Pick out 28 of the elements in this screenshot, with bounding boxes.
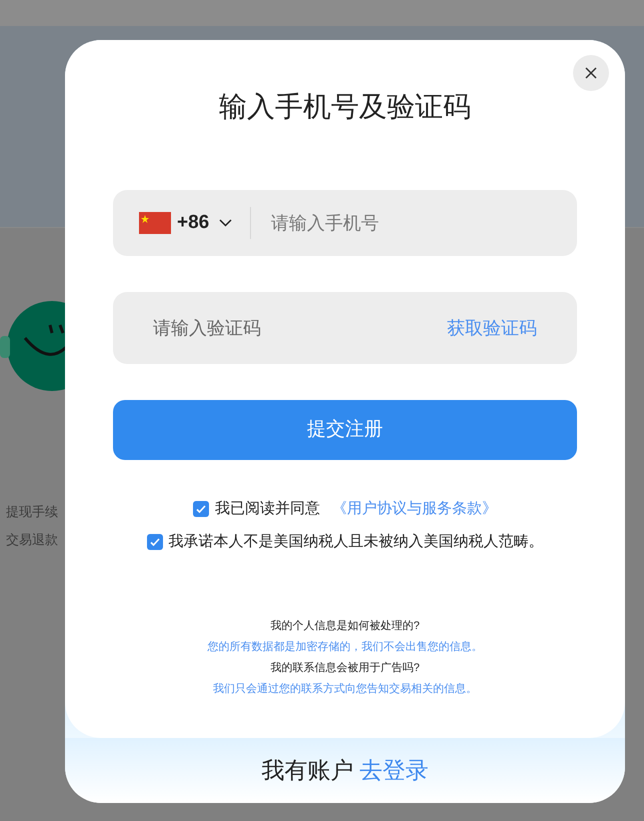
close-button[interactable]	[573, 55, 609, 91]
flag-icon	[139, 212, 171, 234]
code-input[interactable]: 请输入验证码	[153, 314, 447, 342]
faq-question: 我的个人信息是如何被处理的?	[270, 619, 420, 634]
faq-answer: 我们只会通过您的联系方式向您告知交易相关的信息。	[213, 682, 477, 697]
background-text: 交易退款	[6, 530, 58, 548]
check-icon	[148, 536, 160, 548]
faq-question: 我的联系信息会被用于广告吗?	[270, 660, 420, 676]
country-code[interactable]: +86	[177, 208, 210, 238]
phone-input[interactable]: 请输入手机号	[271, 210, 551, 236]
phone-field[interactable]: +86 请输入手机号	[113, 190, 577, 256]
code-field[interactable]: 请输入验证码 获取验证码	[113, 292, 577, 364]
submit-button[interactable]: 提交注册	[113, 400, 577, 460]
background-text: 提现手续	[6, 503, 58, 521]
checkbox[interactable]	[193, 501, 209, 518]
login-link[interactable]: 去登录	[360, 753, 428, 788]
faq-answer: 您的所有数据都是加密存储的，我们不会出售您的信息。	[208, 640, 482, 655]
footer-text: 我有账户	[262, 756, 354, 786]
chevron-down-icon[interactable]	[219, 219, 232, 227]
close-icon	[585, 67, 597, 79]
agreement-text: 我已阅读并同意	[215, 499, 320, 519]
smiley-icon	[0, 300, 65, 392]
dialog-title: 输入手机号及验证码	[219, 90, 471, 124]
terms-link[interactable]: 《用户协议与服务条款》	[332, 498, 497, 520]
check-icon	[195, 503, 207, 516]
agreement-text: 我承诺本人不是美国纳税人且未被纳入美国纳税人范畴。	[168, 532, 544, 552]
get-code-link[interactable]: 获取验证码	[447, 314, 537, 342]
checkbox[interactable]	[146, 534, 162, 550]
